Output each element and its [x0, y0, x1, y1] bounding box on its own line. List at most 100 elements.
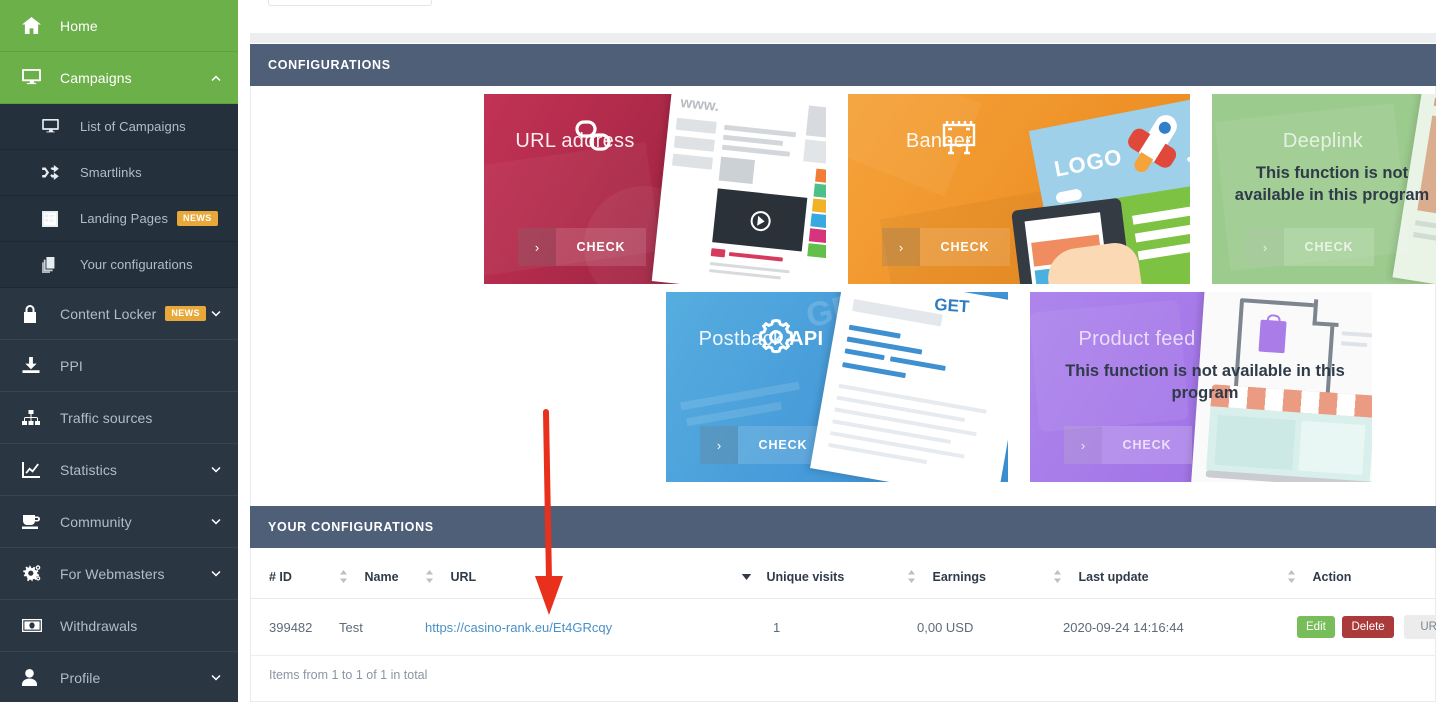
chevron-right-icon: ›	[518, 228, 556, 266]
table-row: 399482 Test https://casino-rank.eu/Et4GR…	[251, 598, 1436, 656]
news-badge: NEWS	[165, 306, 206, 321]
sidebar-item-list-of-campaigns[interactable]: List of Campaigns	[0, 104, 238, 150]
sort-both-icon[interactable]	[1287, 570, 1296, 583]
column-header-unique-visits[interactable]: Unique visits	[741, 548, 907, 599]
home-icon	[22, 16, 48, 36]
cogs-icon	[22, 564, 48, 584]
chevron-down-icon[interactable]	[210, 516, 222, 528]
sort-desc-icon[interactable]	[741, 570, 752, 583]
delete-button[interactable]: Delete	[1342, 616, 1394, 638]
chevron-down-icon[interactable]	[210, 308, 222, 320]
sidebar-item-label: Campaigns	[60, 69, 132, 86]
sidebar-item-label: Your configurations	[80, 257, 193, 272]
list-alt-icon	[42, 209, 68, 229]
sidebar-item-label: Smartlinks	[80, 165, 142, 180]
sidebar-item-smartlinks[interactable]: Smartlinks	[0, 150, 238, 196]
column-header-label: Unique visits	[766, 570, 845, 584]
column-header-name[interactable]: Name	[339, 548, 425, 599]
top-white-band	[250, 0, 1436, 33]
sort-both-icon[interactable]	[425, 570, 434, 583]
chevron-down-icon[interactable]	[210, 672, 222, 684]
chevron-right-icon: ›	[1246, 228, 1284, 266]
card-check-label: CHECK	[1122, 438, 1172, 452]
chevron-down-icon[interactable]	[210, 568, 222, 580]
column-header-action[interactable]: Action	[1287, 548, 1436, 599]
card-title: Banner	[905, 130, 973, 152]
download-icon	[22, 356, 48, 376]
configuration-url-link[interactable]: https://casino-rank.eu/Et4GRcqy	[425, 620, 612, 635]
config-card-deeplink[interactable]: W Deeplink This function is not availabl…	[1212, 94, 1436, 284]
sidebar-item-label: Content Locker	[60, 305, 157, 322]
desktop-icon	[42, 117, 68, 137]
sitemap-icon	[22, 408, 48, 428]
lock-icon	[22, 304, 48, 324]
card-title-api: API	[789, 328, 824, 350]
column-header-url[interactable]: URL	[425, 548, 741, 599]
cell-url: https://casino-rank.eu/Et4GRcqy	[425, 598, 741, 656]
cell-earnings: 0,00 USD	[907, 598, 1053, 656]
items-total-label: Items from 1 to 1 of 1 in total	[269, 668, 428, 682]
news-badge: NEWS	[177, 211, 218, 226]
column-header-id[interactable]: # ID	[251, 548, 339, 599]
column-header-earnings[interactable]: Earnings	[907, 548, 1053, 599]
cell-id: 399482	[251, 598, 339, 656]
sidebar-item-landing-pages[interactable]: Landing Pages NEWS	[0, 196, 238, 242]
configurations-cards-area: www. URL address › CHECK LOGO Banner › C…	[250, 86, 1436, 533]
desktop-icon	[22, 68, 48, 88]
card-check-button[interactable]: › CHECK	[1064, 426, 1192, 464]
sidebar-item-profile[interactable]: Profile	[0, 652, 238, 702]
top-partial-input[interactable]	[268, 0, 432, 6]
card-check-label: CHECK	[576, 240, 626, 254]
sidebar-item-campaigns[interactable]: Campaigns	[0, 52, 238, 104]
card-check-button[interactable]: › CHECK	[518, 228, 646, 266]
sidebar-item-label: Home	[60, 17, 98, 34]
chevron-up-icon[interactable]	[210, 72, 222, 84]
sidebar-item-label: Withdrawals	[60, 617, 138, 634]
edit-button[interactable]: Edit	[1297, 616, 1335, 638]
card-check-button[interactable]: › CHECK	[700, 426, 828, 464]
config-card-banner[interactable]: LOGO Banner › CHECK	[848, 94, 1190, 284]
sidebar-item-your-configurations[interactable]: Your configurations	[0, 242, 238, 288]
sort-both-icon[interactable]	[1053, 570, 1062, 583]
column-header-label: # ID	[269, 570, 292, 584]
card-check-label: CHECK	[940, 240, 990, 254]
sidebar-item-home[interactable]: Home	[0, 0, 238, 52]
card-check-label: CHECK	[1304, 240, 1354, 254]
config-card-url-address[interactable]: www. URL address › CHECK	[484, 94, 826, 284]
your-configurations-panel: YOUR CONFIGURATIONS # ID Name URL Unique…	[250, 506, 1436, 702]
column-header-label: Name	[364, 570, 399, 584]
column-header-label: URL	[450, 570, 477, 584]
sidebar-item-for-webmasters[interactable]: For Webmasters	[0, 548, 238, 600]
chevron-down-icon[interactable]	[210, 464, 222, 476]
column-header-label: Action	[1312, 570, 1352, 584]
sidebar-item-withdrawals[interactable]: Withdrawals	[0, 600, 238, 652]
sidebar-item-label: Profile	[60, 669, 101, 686]
cell-name: Test	[339, 598, 425, 656]
sidebar-item-label: Landing Pages	[80, 211, 169, 226]
sort-both-icon[interactable]	[907, 570, 916, 583]
card-check-label: CHECK	[758, 438, 808, 452]
shuffle-icon	[42, 163, 68, 183]
sidebar-item-content-locker[interactable]: Content Locker NEWS	[0, 288, 238, 340]
chevron-right-icon: ›	[882, 228, 920, 266]
configurations-panel: CONFIGURATIONS www. URL address › CHECK …	[250, 44, 1436, 533]
config-card-product-feed[interactable]: Product feed This function is not availa…	[1030, 292, 1372, 482]
column-header-last-update[interactable]: Last update	[1053, 548, 1287, 599]
url-generator-button[interactable]: URL generator	[1404, 615, 1436, 639]
sort-both-icon[interactable]	[339, 570, 348, 583]
config-card-postback-api[interactable]: GET GET	[666, 292, 1008, 482]
sidebar-content-gap	[238, 0, 250, 702]
sidebar-item-ppi[interactable]: PPI	[0, 340, 238, 392]
coffee-icon	[22, 512, 48, 532]
configurations-panel-title: CONFIGURATIONS	[250, 44, 1436, 86]
sidebar-item-label: Traffic sources	[60, 409, 153, 426]
card-check-button[interactable]: › CHECK	[882, 228, 1010, 266]
sidebar: Home Campaigns List of Campaigns Smartli…	[0, 0, 238, 702]
sidebar-item-traffic-sources[interactable]: Traffic sources	[0, 392, 238, 444]
column-header-label: Earnings	[932, 570, 986, 584]
user-icon	[22, 668, 48, 688]
sidebar-item-statistics[interactable]: Statistics	[0, 444, 238, 496]
sidebar-item-community[interactable]: Community	[0, 496, 238, 548]
card-check-button[interactable]: › CHECK	[1246, 228, 1374, 266]
sidebar-item-label: PPI	[60, 357, 83, 374]
